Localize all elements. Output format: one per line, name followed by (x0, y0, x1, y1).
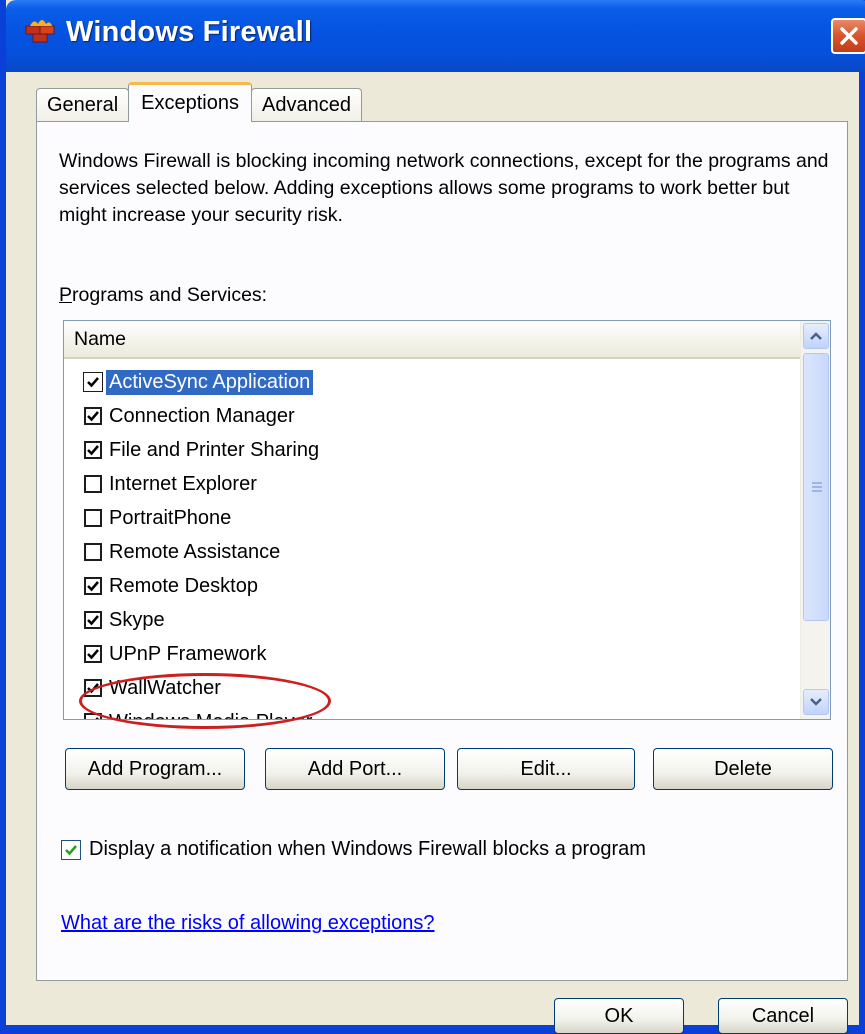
item-checkbox[interactable] (83, 372, 103, 392)
item-checkbox[interactable] (84, 645, 102, 663)
programs-label: Programs and Services: (59, 284, 268, 306)
delete-label: Delete (714, 757, 772, 780)
exceptions-panel: Windows Firewall is blocking incoming ne… (36, 121, 848, 981)
checkmark-icon (87, 581, 99, 592)
item-checkbox[interactable] (84, 679, 102, 697)
ok-label: OK (604, 1004, 634, 1027)
checkmark-icon (87, 615, 99, 626)
list-item[interactable]: ActiveSync Application (64, 365, 802, 399)
item-label: ActiveSync Application (106, 369, 314, 395)
checkmark-icon (87, 411, 99, 422)
cancel-button[interactable]: Cancel (718, 998, 848, 1034)
list-item[interactable]: WallWatcher (64, 671, 802, 705)
list-item[interactable]: Windows Media Player (64, 705, 802, 720)
item-checkbox[interactable] (84, 611, 102, 629)
item-label: Connection Manager (109, 404, 295, 427)
scroll-thumb[interactable] (803, 353, 829, 621)
tab-exceptions[interactable]: Exceptions (128, 82, 252, 122)
list-item[interactable]: File and Printer Sharing (64, 433, 802, 467)
item-checkbox[interactable] (84, 441, 102, 459)
risks-link[interactable]: What are the risks of allowing exception… (61, 912, 435, 935)
close-x-icon (840, 27, 858, 45)
delete-button[interactable]: Delete (653, 748, 833, 790)
list-item[interactable]: Remote Desktop (64, 569, 802, 603)
item-label: WallWatcher (109, 676, 221, 699)
firewall-icon (25, 20, 55, 43)
list-item[interactable]: Skype (64, 603, 802, 637)
item-checkbox[interactable] (84, 475, 102, 493)
add-port-label: Add Port... (307, 757, 403, 780)
window-title: Windows Firewall (66, 16, 313, 48)
checkmark-icon (87, 649, 99, 660)
item-label: File and Printer Sharing (109, 438, 320, 461)
item-label: UPnP Framework (109, 642, 267, 665)
add-port-button[interactable]: Add Port... (265, 748, 445, 790)
item-label: Internet Explorer (109, 472, 257, 495)
checkmark-icon (87, 377, 99, 388)
checkmark-icon (95, 717, 99, 719)
checkmark-icon (65, 844, 77, 855)
add-program-button[interactable]: Add Program... (65, 748, 245, 790)
edit-label: Edit... (520, 757, 572, 780)
item-label: Remote Assistance (109, 540, 281, 563)
intro-text: Windows Firewall is blocking incoming ne… (59, 150, 829, 226)
checkmark-icon (87, 683, 99, 694)
chevron-down-icon (810, 698, 822, 706)
scrollbar[interactable] (800, 321, 830, 719)
notification-option[interactable]: Display a notification when Windows Fire… (61, 838, 646, 861)
firewall-dialog: Windows Firewall General Exceptions Adva… (0, 0, 865, 1034)
scroll-down-button[interactable] (803, 689, 829, 715)
item-label: Remote Desktop (109, 574, 258, 597)
tab-general[interactable]: General (36, 88, 130, 122)
notification-checkbox[interactable] (61, 839, 81, 860)
item-checkbox[interactable] (84, 577, 102, 595)
cancel-label: Cancel (751, 1004, 815, 1027)
checkmark-icon (87, 445, 99, 456)
list-item[interactable]: Remote Assistance (64, 535, 802, 569)
title-bar[interactable]: Windows Firewall (6, 0, 865, 72)
item-label: Windows Media Player (106, 710, 315, 720)
list-item[interactable]: PortraitPhone (64, 501, 802, 535)
edit-button[interactable]: Edit... (457, 748, 635, 790)
notification-label: Display a notification when Windows Fire… (89, 838, 646, 860)
item-checkbox[interactable] (84, 509, 102, 527)
column-header-name[interactable]: Name (64, 321, 802, 359)
tab-strip: General Exceptions Advanced (36, 82, 362, 122)
list-item[interactable]: UPnP Framework (64, 637, 802, 671)
item-checkbox[interactable] (84, 713, 102, 719)
programs-list: ActiveSync Application Connection Manager… (64, 365, 802, 720)
item-checkbox[interactable] (84, 407, 102, 425)
chevron-up-icon (810, 332, 822, 340)
add-program-label: Add Program... (87, 757, 223, 780)
item-label: Skype (109, 608, 165, 631)
tab-advanced[interactable]: Advanced (251, 88, 362, 122)
list-item[interactable]: Connection Manager (64, 399, 802, 433)
scroll-up-button[interactable] (803, 323, 829, 349)
item-label: PortraitPhone (109, 506, 232, 529)
ok-button[interactable]: OK (554, 998, 684, 1034)
close-button[interactable] (831, 18, 865, 54)
item-checkbox[interactable] (84, 543, 102, 561)
list-item[interactable]: Internet Explorer (64, 467, 802, 501)
programs-listbox[interactable]: Name ActiveSync Application Connection Ma… (63, 320, 831, 720)
